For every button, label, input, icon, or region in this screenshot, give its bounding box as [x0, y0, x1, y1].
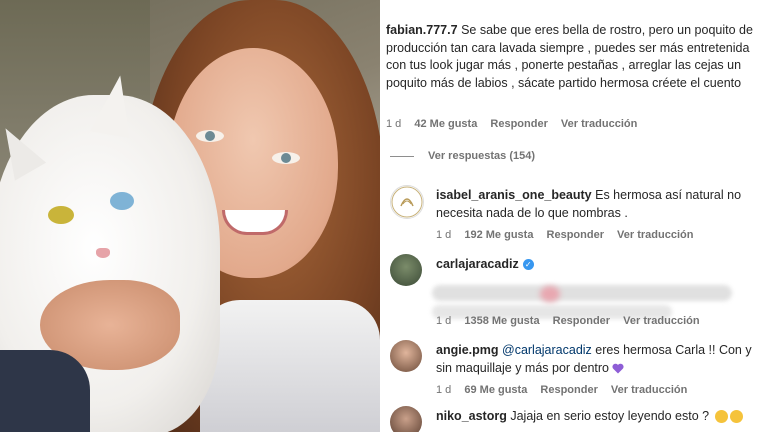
comment-likes[interactable]: 42 Me gusta	[414, 118, 477, 130]
comment-time: 1 d	[436, 384, 452, 396]
comment-body: isabel_aranis_one_beauty Es hermosa así …	[436, 187, 760, 222]
comment-body: carlajaracadiz ✓	[436, 256, 760, 274]
comment-meta: 1 d 42 Me gusta Responder Ver traducción	[386, 118, 647, 130]
comment-likes[interactable]: 192 Me gusta	[464, 229, 533, 241]
translate-button[interactable]: Ver traducción	[611, 384, 687, 396]
blurred-comment-text	[432, 285, 732, 301]
verified-badge-icon: ✓	[522, 259, 534, 271]
translate-button[interactable]: Ver traducción	[617, 229, 693, 241]
view-replies-button[interactable]: Ver respuestas (154)	[390, 150, 535, 162]
comment-text: Jajaja en serio estoy leyendo esto ?	[510, 409, 710, 423]
avatar[interactable]	[390, 406, 422, 432]
replies-line	[390, 155, 414, 157]
comment-time: 1 d	[436, 229, 452, 241]
photo-cat-eye-yellow	[48, 206, 74, 224]
photo-cat-eye-blue	[110, 192, 134, 210]
comment-mention[interactable]: @carlajaracadiz	[502, 343, 592, 357]
comment-meta: 1 d 192 Me gusta Responder Ver traducció…	[436, 229, 703, 241]
avatar[interactable]	[390, 340, 422, 372]
comments-panel: fabian.777.7 Se sabe que eres bella de r…	[380, 0, 768, 432]
comment-username[interactable]: angie.pmg	[436, 343, 499, 357]
comment-username[interactable]: niko_astorg	[436, 409, 507, 423]
comment-username[interactable]: fabian.777.7	[386, 23, 458, 37]
purple-heart-icon	[612, 363, 624, 374]
comment-likes[interactable]: 69 Me gusta	[464, 384, 527, 396]
view-replies-label: Ver respuestas (154)	[428, 150, 536, 162]
photo-eye-left	[196, 130, 224, 142]
comment-body: niko_astorg Jajaja en serio estoy leyend…	[436, 408, 760, 426]
brand-logo-icon	[391, 186, 423, 218]
avatar[interactable]	[390, 254, 422, 286]
comment-meta: 1 d 1358 Me gusta Responder Ver traducci…	[436, 315, 710, 327]
photo-cat-nose	[96, 248, 110, 258]
post-photo	[0, 0, 380, 432]
comment-time: 1 d	[386, 118, 402, 130]
comment-username[interactable]: isabel_aranis_one_beauty	[436, 188, 592, 202]
comment-body: fabian.777.7 Se sabe que eres bella de r…	[386, 22, 758, 92]
comment-body: angie.pmg @carlajaracadiz eres hermosa C…	[436, 342, 760, 377]
screenshot-root: fabian.777.7 Se sabe que eres bella de r…	[0, 0, 768, 432]
blurred-emoji	[540, 286, 560, 302]
reply-button[interactable]: Responder	[490, 118, 547, 130]
reply-button[interactable]: Responder	[547, 229, 604, 241]
translate-button[interactable]: Ver traducción	[623, 315, 699, 327]
photo-shirt	[200, 300, 380, 432]
comment-username[interactable]: carlajaracadiz	[436, 257, 519, 271]
laughing-emoji-icon	[729, 410, 743, 424]
comment-likes[interactable]: 1358 Me gusta	[464, 315, 539, 327]
photo-eye-right	[272, 152, 300, 164]
reply-button[interactable]: Responder	[540, 384, 597, 396]
reply-button[interactable]: Responder	[553, 315, 610, 327]
laughing-emoji-icon	[714, 410, 728, 424]
avatar[interactable]	[390, 185, 424, 219]
photo-sleeve	[0, 350, 90, 432]
comment-meta: 1 d 69 Me gusta Responder Ver traducción	[436, 384, 697, 396]
comment-time: 1 d	[436, 315, 452, 327]
translate-button[interactable]: Ver traducción	[561, 118, 637, 130]
